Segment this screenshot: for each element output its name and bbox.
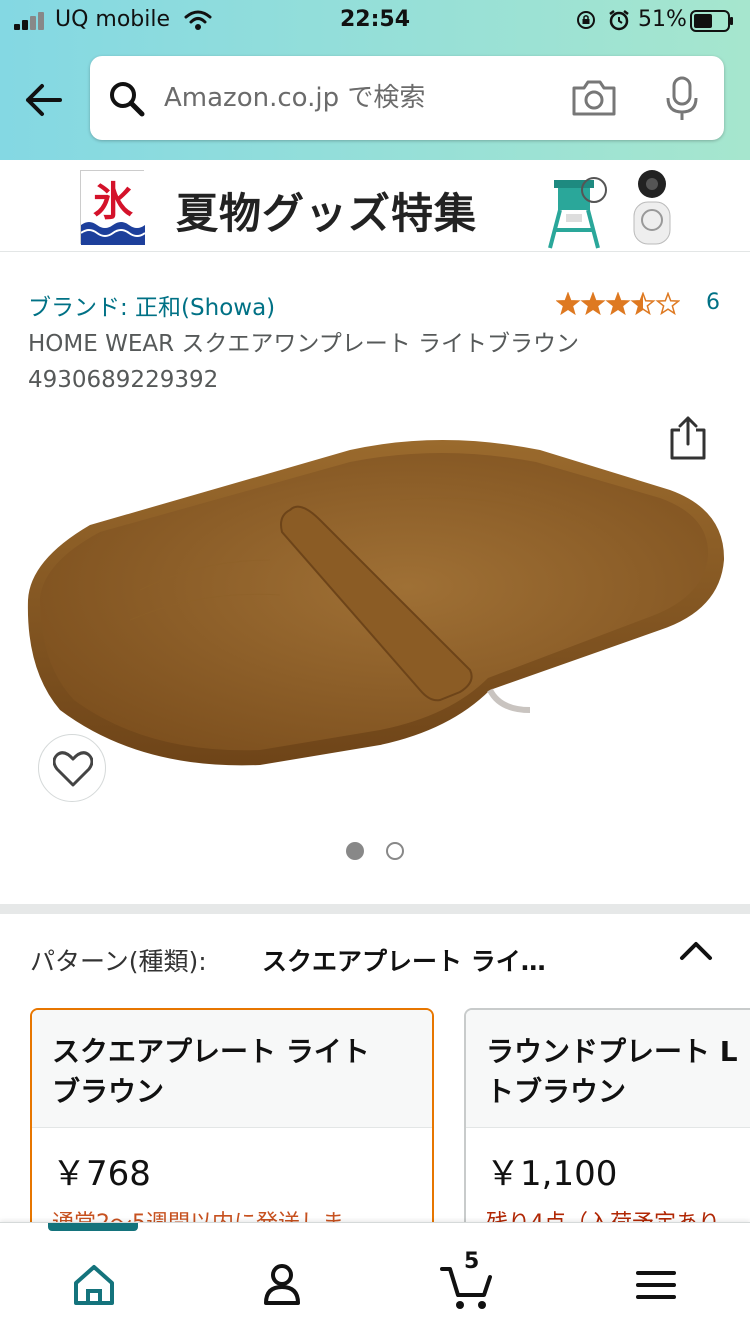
rating-star [655,292,680,316]
camera-icon[interactable] [570,78,618,118]
rating-star [630,292,656,316]
status-bar: UQ mobile 22:54 51% [0,0,750,42]
shaved-ice-machine-image [548,177,607,249]
pattern-label: パターン(種類): [30,947,207,976]
rating-stars[interactable] [556,292,680,316]
battery-percent: 51% [638,7,687,32]
rating-star [580,292,606,316]
microphone-icon[interactable] [664,76,700,122]
image-dot-2[interactable] [386,842,404,860]
account-icon[interactable] [252,1255,312,1315]
search-input[interactable] [164,78,544,118]
nav-active-indicator [48,1223,138,1231]
variant-name: スクエアプレート ライト ブラウン [32,1010,432,1128]
variant-card-round-plate[interactable]: ラウンドプレート L トブラウン ￥1,100 残り4点（入荷予定あり [464,1008,750,1248]
bottom-navigation: 5 [0,1222,750,1334]
product-title-line: HOME WEAR スクエアワンプレート ライトブラウン [28,331,580,357]
banner-title: 夏物グッズ特集 [176,189,478,238]
variant-price: ￥1,100 [486,1154,618,1194]
wishlist-button[interactable] [38,734,106,802]
image-dot-1[interactable] [346,842,364,860]
variant-card-square-plate[interactable]: スクエアプレート ライト ブラウン ￥768 通常2～5週間以内に発送しま [30,1008,434,1248]
back-arrow-icon[interactable] [20,78,68,122]
cart-count: 5 [464,1249,480,1274]
heart-icon [53,751,93,787]
promo-banner[interactable]: 氷 夏物グッズ特集 [0,160,750,252]
review-count[interactable]: 6 [706,290,720,315]
home-icon[interactable] [64,1255,124,1315]
product-image-plate[interactable] [20,420,732,780]
search-icon [110,82,145,117]
cart-button[interactable]: 5 [438,1249,498,1315]
search-bar[interactable] [90,56,724,140]
menu-icon[interactable] [626,1255,686,1315]
kakigori-flag-logo: 氷 [80,170,146,245]
variant-name: ラウンドプレート L トブラウン [466,1010,750,1128]
rotation-lock-icon [577,11,595,29]
chevron-up-icon[interactable] [676,934,716,968]
rating-star [556,292,581,316]
battery-icon [690,10,733,32]
fan-image [633,170,671,245]
alarm-icon [609,10,629,31]
section-divider [0,904,750,914]
app-header: UQ mobile 22:54 51% [0,0,750,160]
rating-star [605,292,631,316]
product-title: HOME WEAR スクエアワンプレート ライトブラウン 49306892293… [28,326,728,398]
flag-logo-text: 氷 [93,179,133,225]
product-code: 4930689229392 [28,367,219,393]
variant-price: ￥768 [52,1154,151,1194]
brand-link[interactable]: ブランド: 正和(Showa) [28,288,275,322]
pattern-selected-value: スクエアプレート ライ… [262,947,546,976]
